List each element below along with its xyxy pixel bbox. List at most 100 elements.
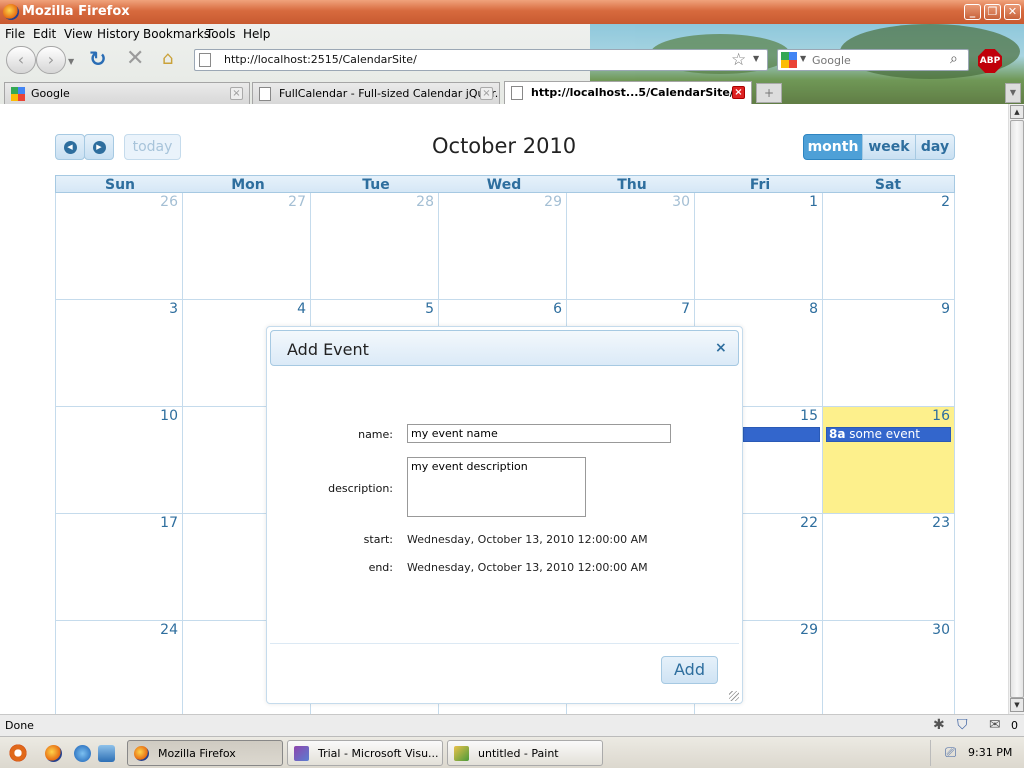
day-cell[interactable]: 27 <box>183 193 311 300</box>
google-engine-icon[interactable] <box>781 52 797 68</box>
end-label: end: <box>368 561 393 574</box>
mail-count: 0 <box>1011 719 1018 732</box>
forward-button[interactable]: › <box>36 46 66 74</box>
weekday-label: Wed <box>486 177 522 193</box>
day-number: 6 <box>553 301 562 317</box>
day-cell[interactable]: 16 <box>823 407 955 514</box>
desktop-launcher-icon[interactable] <box>98 745 115 762</box>
day-cell[interactable]: 30 <box>567 193 695 300</box>
weekday-label: Thu <box>617 177 647 193</box>
day-cell[interactable]: 10 <box>55 407 183 514</box>
day-cell[interactable]: 29 <box>439 193 567 300</box>
day-cell[interactable]: 24 <box>55 621 183 714</box>
day-number: 7 <box>681 301 690 317</box>
scroll-up-icon[interactable]: ▲ <box>1010 105 1024 119</box>
url-text[interactable]: http://localhost:2515/CalendarSite/ <box>224 53 417 66</box>
firefox-icon <box>3 4 19 20</box>
addon-gear-icon[interactable]: ✱ <box>933 717 945 733</box>
new-tab-button[interactable]: + <box>756 83 782 103</box>
search-box[interactable]: ▼ ⌕ <box>777 49 969 71</box>
minimize-button[interactable]: _ <box>964 4 981 20</box>
menu-help[interactable]: Help <box>243 27 270 41</box>
day-number: 29 <box>800 622 818 638</box>
maximize-button[interactable]: ❐ <box>984 4 1001 20</box>
scrollbar-thumb[interactable] <box>1010 120 1024 698</box>
url-bar[interactable]: http://localhost:2515/CalendarSite/ ☆ ▼ <box>194 49 768 71</box>
ie-launcher-icon[interactable] <box>74 745 91 762</box>
today-button[interactable]: today <box>124 134 181 160</box>
task-firefox[interactable]: Mozilla Firefox <box>127 740 283 766</box>
stop-icon[interactable]: ✕ <box>126 46 144 71</box>
vertical-scrollbar[interactable]: ▲ ▼ <box>1008 104 1024 714</box>
ubuntu-menu-icon[interactable] <box>8 743 28 763</box>
task-visual-studio[interactable]: Trial - Microsoft Visu... <box>287 740 443 766</box>
search-icon[interactable]: ⌕ <box>950 51 958 67</box>
day-number: 1 <box>809 194 818 210</box>
view-month-button[interactable]: month <box>803 134 863 160</box>
view-day-button[interactable]: day <box>915 134 955 160</box>
url-dropdown-icon[interactable]: ▼ <box>753 54 759 63</box>
window-title: Mozilla Firefox <box>22 4 130 19</box>
resize-grip-icon[interactable] <box>729 691 739 701</box>
tab-label: FullCalendar - Full-sized Calendar jQuer… <box>279 87 500 100</box>
scroll-down-icon[interactable]: ▼ <box>1010 698 1024 712</box>
back-button[interactable]: ‹ <box>6 46 36 74</box>
page-favicon-icon <box>259 87 271 101</box>
view-week-button[interactable]: week <box>862 134 916 160</box>
menu-file[interactable]: File <box>5 27 25 41</box>
day-cell[interactable]: 17 <box>55 514 183 621</box>
menu-edit[interactable]: Edit <box>33 27 56 41</box>
day-cell[interactable]: 9 <box>823 300 955 407</box>
search-input[interactable] <box>812 52 952 68</box>
event-description-input[interactable]: my event description <box>407 457 586 517</box>
prev-arrow-icon: ◀ <box>63 140 77 154</box>
day-number: 22 <box>800 515 818 531</box>
close-window-button[interactable]: ✕ <box>1004 4 1021 20</box>
day-number: 16 <box>932 408 950 424</box>
day-cell[interactable]: 1 <box>695 193 823 300</box>
day-number: 17 <box>160 515 178 531</box>
day-cell[interactable]: 26 <box>55 193 183 300</box>
day-number: 26 <box>160 194 178 210</box>
next-month-button[interactable]: ▶ <box>84 134 114 160</box>
home-icon[interactable]: ⌂ <box>162 48 173 69</box>
menu-bookmarks[interactable]: Bookmarks <box>143 27 210 41</box>
network-icon[interactable]: ⎚ <box>945 745 956 761</box>
reload-icon[interactable]: ↻ <box>89 47 107 71</box>
tab-google[interactable]: Google × <box>4 82 250 104</box>
task-paint[interactable]: untitled - Paint <box>447 740 603 766</box>
tab-list-button[interactable]: ▼ <box>1005 83 1021 103</box>
prev-month-button[interactable]: ◀ <box>55 134 85 160</box>
history-dropdown-icon[interactable]: ▼ <box>68 57 74 66</box>
day-cell[interactable]: 23 <box>823 514 955 621</box>
day-number: 30 <box>672 194 690 210</box>
tab-calendarsite[interactable]: http://localhost...5/CalendarSite/ × <box>504 81 752 105</box>
tab-close-icon[interactable]: × <box>230 87 243 100</box>
firefox-launcher-icon[interactable] <box>45 745 62 762</box>
tab-fullcalendar[interactable]: FullCalendar - Full-sized Calendar jQuer… <box>252 82 500 104</box>
bookmark-star-icon[interactable]: ☆ <box>731 50 746 70</box>
tab-close-icon[interactable]: × <box>480 87 493 100</box>
tab-close-icon[interactable]: × <box>732 86 745 99</box>
menu-tools[interactable]: Tools <box>206 27 236 41</box>
tab-label: http://localhost...5/CalendarSite/ <box>531 86 734 99</box>
engine-dropdown-icon[interactable]: ▼ <box>800 54 806 63</box>
day-cell[interactable]: 2 <box>823 193 955 300</box>
weekday-label: Mon <box>231 177 265 193</box>
day-cell[interactable]: 30 <box>823 621 955 714</box>
menu-history[interactable]: History <box>97 27 140 41</box>
calendar-event[interactable]: 8a some event <box>826 427 951 442</box>
task-label: untitled - Paint <box>478 747 559 760</box>
start-value: Wednesday, October 13, 2010 12:00:00 AM <box>407 533 648 546</box>
dialog-titlebar[interactable]: Add Event × <box>270 330 739 366</box>
dialog-close-icon[interactable]: × <box>715 340 727 356</box>
menu-view[interactable]: View <box>64 27 92 41</box>
add-event-button[interactable]: Add <box>661 656 718 684</box>
day-cell[interactable]: 28 <box>311 193 439 300</box>
event-bar-continued[interactable] <box>743 427 820 442</box>
day-cell[interactable]: 3 <box>55 300 183 407</box>
calendar-title: October 2010 <box>432 134 577 158</box>
event-name-input[interactable] <box>407 424 671 443</box>
mail-icon[interactable]: ✉ <box>989 717 1001 733</box>
shield-icon[interactable]: ⛉ <box>957 717 968 733</box>
